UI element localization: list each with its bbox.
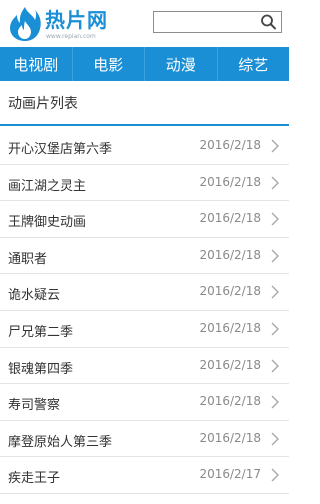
chevron-right-icon — [271, 322, 279, 336]
item-date: 2016/2/18 — [199, 394, 261, 409]
item-date: 2016/2/18 — [199, 284, 261, 299]
item-date: 2016/2/18 — [199, 320, 261, 335]
list-item[interactable]: 银魂第四季 2016/2/18 — [0, 348, 289, 385]
list-item[interactable]: 王牌御史动画 2016/2/18 — [0, 201, 289, 238]
list-item[interactable]: 通职者 2016/2/18 — [0, 238, 289, 275]
main-nav: 电视剧 电影 动漫 综艺 — [0, 47, 289, 81]
section-divider — [0, 124, 289, 126]
section-title: 动画片列表 — [8, 96, 78, 112]
chevron-right-icon — [271, 139, 279, 153]
search-icon[interactable] — [259, 13, 279, 31]
item-title: 尸兄第二季 — [8, 324, 74, 340]
chevron-right-icon — [271, 212, 279, 226]
item-title: 疾走王子 — [8, 471, 61, 487]
logo-text: 热片网 — [45, 8, 108, 32]
item-title: 开心汉堡店第六季 — [8, 142, 113, 157]
item-title: 王牌御史动画 — [8, 215, 87, 231]
chevron-right-icon — [271, 395, 279, 409]
nav-item-variety[interactable]: 综艺 — [218, 47, 290, 81]
chevron-right-icon — [271, 359, 279, 373]
item-title: 寿司警察 — [8, 398, 61, 414]
anime-list: 开心汉堡店第六季 2016/2/18 画江湖之灵主 2016/2/18 王牌御史… — [0, 128, 289, 494]
search-input[interactable] — [154, 12, 258, 32]
item-title: 摩登原始人第三季 — [8, 434, 113, 450]
flame-logo-icon — [10, 7, 41, 41]
item-date: 2016/2/18 — [199, 211, 261, 226]
item-date: 2016/2/18 — [199, 430, 261, 445]
site-logo[interactable]: 热片网 www.repian.com — [6, 5, 126, 43]
item-date: 2016/2/18 — [199, 357, 261, 372]
item-date: 2016/2/18 — [199, 138, 261, 152]
item-title: 银魂第四季 — [8, 361, 74, 377]
item-title: 诡水疑云 — [8, 288, 61, 304]
search-box — [153, 11, 282, 33]
nav-item-movies[interactable]: 电影 — [73, 47, 145, 81]
list-item[interactable]: 画江湖之灵主 2016/2/18 — [0, 165, 289, 202]
chevron-right-icon — [271, 249, 279, 263]
list-item[interactable]: 尸兄第二季 2016/2/18 — [0, 311, 289, 348]
list-item[interactable]: 诡水疑云 2016/2/18 — [0, 274, 289, 311]
logo-url: www.repian.com — [46, 33, 96, 40]
chevron-right-icon — [271, 285, 279, 299]
item-date: 2016/2/17 — [199, 467, 261, 482]
list-item[interactable]: 寿司警察 2016/2/18 — [0, 384, 289, 421]
nav-item-anime[interactable]: 动漫 — [145, 47, 218, 81]
item-date: 2016/2/18 — [199, 174, 261, 189]
nav-item-tv[interactable]: 电视剧 — [0, 47, 73, 81]
list-item[interactable]: 摩登原始人第三季 2016/2/18 — [0, 421, 289, 458]
header: 热片网 www.repian.com — [0, 0, 289, 47]
list-item[interactable]: 开心汉堡店第六季 2016/2/18 — [0, 128, 289, 165]
item-title: 通职者 — [8, 251, 48, 267]
chevron-right-icon — [271, 468, 279, 482]
chevron-right-icon — [271, 176, 279, 190]
item-title: 画江湖之灵主 — [8, 178, 87, 194]
list-item[interactable]: 疾走王子 2016/2/17 — [0, 457, 289, 494]
item-date: 2016/2/18 — [199, 247, 261, 262]
chevron-right-icon — [271, 432, 279, 446]
